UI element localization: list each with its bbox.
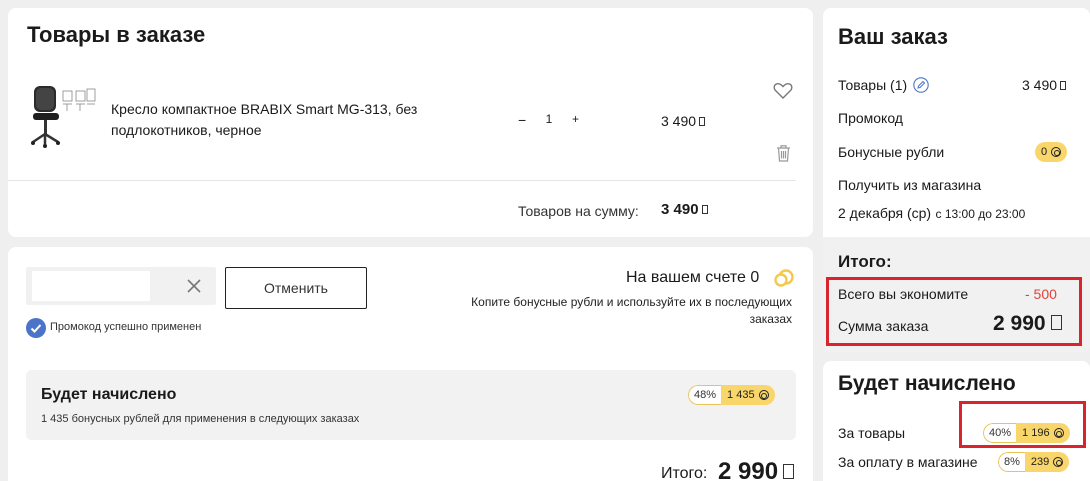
qty-input[interactable]: 1: [538, 108, 560, 130]
order-items-text: Товары (1): [838, 77, 908, 93]
accrual-amount: 1 435: [727, 389, 755, 401]
subtotal-amount: 3 490: [661, 201, 699, 218]
bonus-coin-icon: [1051, 147, 1062, 157]
accrual-badge: 48% 1 435: [688, 385, 775, 405]
bonus-value: 0: [1041, 146, 1048, 158]
order-title: Ваш заказ: [838, 24, 948, 49]
earn-store-amount: 239: [1030, 456, 1050, 468]
bonus-label: Бонусные рубли: [838, 144, 945, 160]
qty-decrease-button[interactable]: −: [518, 112, 526, 128]
accrual-box: Будет начислено 48% 1 435 1 435 бонусных…: [26, 370, 796, 440]
earn-goods-label: За товары: [838, 425, 906, 441]
pickup-hours: с 13:00 до 23:00: [935, 207, 1026, 221]
bonus-coin-icon: [758, 390, 769, 400]
product-name[interactable]: Кресло компактное BRABIX Smart MG-313, б…: [111, 99, 441, 141]
order-total-title: Итого:: [838, 252, 892, 271]
promo-applied-text: Промокод успешно применен: [50, 321, 202, 333]
pickup-time: 2 декабря (ср) с 13:00 до 23:00: [838, 205, 1025, 223]
account-balance-text: На вашем счете 0: [626, 269, 760, 286]
accrual-desc: 1 435 бонусных рублей для применения в с…: [41, 413, 360, 425]
promo-total-label: Итого:: [661, 465, 708, 481]
subtotal-label: Товаров на сумму:: [518, 203, 639, 219]
ruble-icon: [699, 117, 706, 126]
bonus-badge: 0: [1035, 142, 1068, 162]
promo-card: Отменить Промокод успешно применен На ва…: [8, 247, 813, 481]
accrual-amount-wrap: 1 435: [721, 385, 775, 405]
earn-title: Будет начислено: [838, 372, 1016, 395]
ruble-icon: [783, 464, 795, 479]
promo-total-value: 2 990: [718, 458, 779, 481]
cart-title: Товары в заказе: [27, 22, 206, 47]
edit-pencil-icon[interactable]: [913, 77, 929, 93]
earn-store-amount-wrap: 239: [1024, 452, 1070, 472]
account-balance: На вашем счете 0: [626, 269, 794, 287]
promo-code-input[interactable]: [32, 271, 150, 301]
earn-store-label: За оплату в магазине: [838, 454, 978, 470]
favorite-heart-icon[interactable]: [773, 82, 793, 100]
product-price-value: 3 490: [661, 113, 697, 129]
ruble-icon: [1060, 81, 1067, 90]
qty-increase-button[interactable]: +: [572, 112, 579, 126]
highlight-box: [826, 277, 1082, 346]
product-price: 3 490: [661, 113, 706, 129]
pickup-label: Получить из магазина: [838, 177, 982, 193]
earn-store-pct: 8%: [998, 452, 1025, 472]
accrual-title: Будет начислено: [41, 386, 177, 403]
product-image[interactable]: [28, 83, 98, 155]
promo-code-field[interactable]: [26, 267, 216, 305]
delete-trash-icon[interactable]: [776, 145, 791, 162]
check-circle-icon: [26, 318, 46, 338]
ruble-icon: [701, 205, 708, 214]
order-items-label: Товары (1): [838, 77, 929, 93]
account-hint: Копите бонусные рубли и используйте их в…: [471, 295, 792, 326]
bonus-coin-icon: [1053, 457, 1064, 467]
divider: [8, 180, 796, 181]
cart-items-card: Товары в заказе Кресло компактное BRABIX…: [8, 8, 813, 237]
promo-total: 2 990: [718, 458, 795, 481]
pickup-date: 2 декабря (ср): [838, 205, 932, 221]
promocode-label: Промокод: [838, 110, 903, 126]
subtotal-value: 3 490: [661, 201, 708, 218]
order-items-value: 3 490: [1022, 77, 1067, 93]
cancel-promo-button[interactable]: Отменить: [225, 267, 367, 309]
clear-close-icon[interactable]: [186, 278, 202, 294]
bonus-coins-icon: [774, 269, 794, 287]
highlight-box: [959, 401, 1086, 448]
earn-store-badge: 8% 239: [998, 452, 1070, 472]
order-items-amount: 3 490: [1022, 77, 1058, 93]
accrual-pct: 48%: [688, 385, 722, 405]
